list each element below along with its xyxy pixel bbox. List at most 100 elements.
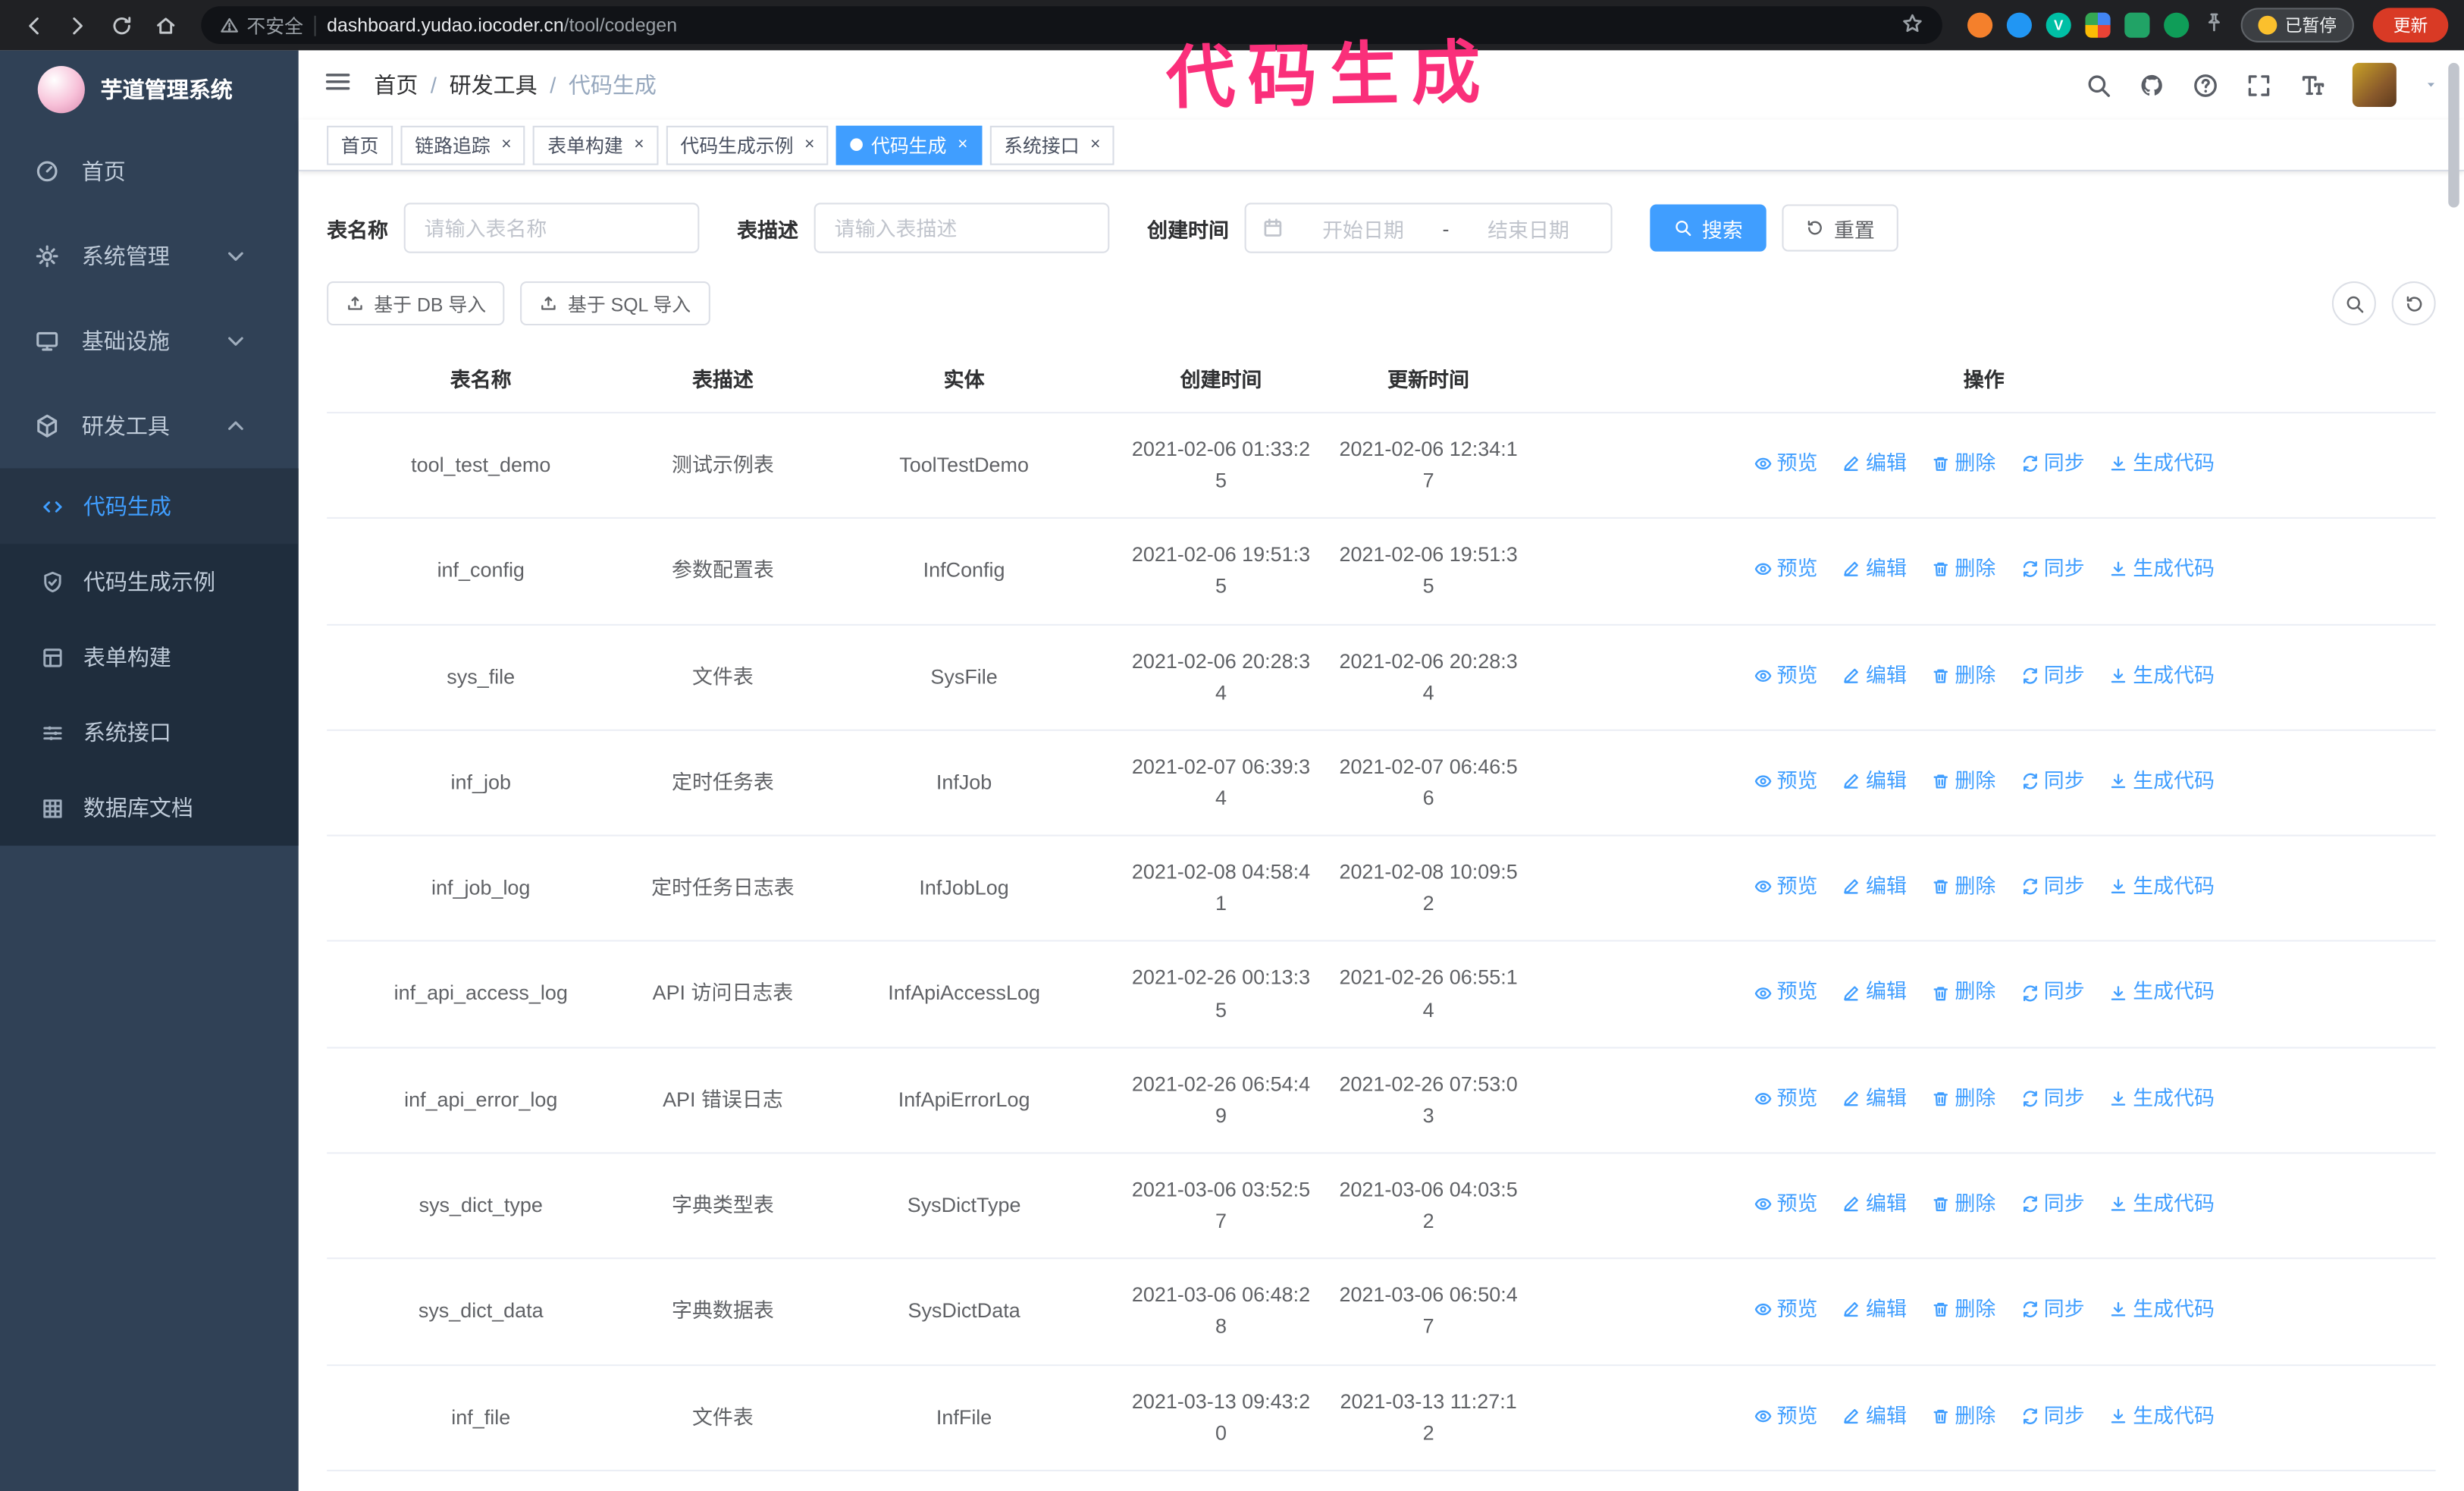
edit-link[interactable]: 编辑 bbox=[1842, 977, 1907, 1009]
delete-link[interactable]: 删除 bbox=[1931, 448, 1995, 480]
delete-link[interactable]: 删除 bbox=[1931, 554, 1995, 585]
import-db-button[interactable]: 基于 DB 导入 bbox=[327, 281, 506, 326]
extension-icon[interactable] bbox=[2006, 12, 2033, 38]
preview-link[interactable]: 预览 bbox=[1754, 1400, 1818, 1432]
sidebar-item-system[interactable]: 系统管理 bbox=[0, 214, 299, 299]
delete-link[interactable]: 删除 bbox=[1931, 1294, 1995, 1326]
preview-link[interactable]: 预览 bbox=[1754, 1083, 1818, 1115]
extension-icon[interactable] bbox=[2124, 12, 2150, 38]
edit-link[interactable]: 编辑 bbox=[1842, 1294, 1907, 1326]
tab-api[interactable]: 系统接口 × bbox=[989, 124, 1115, 165]
close-icon[interactable]: × bbox=[501, 135, 511, 153]
delete-link[interactable]: 删除 bbox=[1931, 765, 1995, 797]
tab-tracing[interactable]: 链路追踪 × bbox=[400, 124, 526, 165]
breadcrumb-home[interactable]: 首页 bbox=[374, 69, 418, 100]
date-range-picker[interactable]: 开始日期 - 结束日期 bbox=[1244, 202, 1613, 253]
generate-code-link[interactable]: 生成代码 bbox=[2109, 660, 2215, 692]
generate-code-link[interactable]: 生成代码 bbox=[2109, 1294, 2215, 1326]
generate-code-link[interactable]: 生成代码 bbox=[2109, 1188, 2215, 1220]
sync-link[interactable]: 同步 bbox=[2020, 765, 2085, 797]
delete-link[interactable]: 删除 bbox=[1931, 1188, 1995, 1220]
generate-code-link[interactable]: 生成代码 bbox=[2109, 448, 2215, 480]
edit-link[interactable]: 编辑 bbox=[1842, 1188, 1907, 1220]
security-warning[interactable]: 不安全 bbox=[220, 12, 303, 39]
fullscreen-icon[interactable] bbox=[2246, 71, 2272, 98]
delete-link[interactable]: 删除 bbox=[1931, 1400, 1995, 1432]
sidebar-item-home[interactable]: 首页 bbox=[0, 129, 299, 214]
preview-link[interactable]: 预览 bbox=[1754, 1188, 1818, 1220]
browser-update-button[interactable]: 更新 bbox=[2372, 8, 2449, 42]
browser-back-button[interactable] bbox=[16, 8, 51, 42]
logo[interactable]: 芋道管理系统 bbox=[0, 50, 299, 129]
sidebar-item-api[interactable]: 系统接口 bbox=[0, 695, 299, 770]
preview-link[interactable]: 预览 bbox=[1754, 977, 1818, 1009]
browser-forward-button[interactable] bbox=[60, 8, 95, 42]
user-avatar[interactable] bbox=[2352, 62, 2397, 107]
generate-code-link[interactable]: 生成代码 bbox=[2109, 765, 2215, 797]
tab-form-builder[interactable]: 表单构建 × bbox=[533, 124, 659, 165]
close-icon[interactable]: × bbox=[804, 135, 814, 153]
sync-link[interactable]: 同步 bbox=[2020, 1400, 2085, 1432]
edit-link[interactable]: 编辑 bbox=[1842, 1083, 1907, 1115]
extension-icon[interactable]: V bbox=[2045, 12, 2071, 38]
preview-link[interactable]: 预览 bbox=[1754, 765, 1818, 797]
edit-link[interactable]: 编辑 bbox=[1842, 660, 1907, 692]
github-icon[interactable] bbox=[2139, 71, 2165, 98]
import-sql-button[interactable]: 基于 SQL 导入 bbox=[520, 281, 710, 326]
close-icon[interactable]: × bbox=[634, 135, 644, 153]
caret-down-icon[interactable] bbox=[2423, 77, 2439, 93]
tab-codegen-example[interactable]: 代码生成示例 × bbox=[666, 124, 829, 165]
tab-codegen[interactable]: 代码生成 × bbox=[836, 124, 983, 165]
sidebar-item-codegen-example[interactable]: 代码生成示例 bbox=[0, 544, 299, 619]
tab-home[interactable]: 首页 bbox=[327, 124, 393, 165]
extension-icon[interactable] bbox=[2085, 12, 2111, 38]
edit-link[interactable]: 编辑 bbox=[1842, 554, 1907, 585]
address-bar[interactable]: 不安全 dashboard.yudao.iocoder.cn/tool/code… bbox=[201, 6, 1942, 45]
sidebar-item-db-doc[interactable]: 数据库文档 bbox=[0, 771, 299, 846]
sync-link[interactable]: 同步 bbox=[2020, 448, 2085, 480]
generate-code-link[interactable]: 生成代码 bbox=[2109, 1083, 2215, 1115]
delete-link[interactable]: 删除 bbox=[1931, 871, 1995, 903]
paused-badge[interactable]: 已暂停 bbox=[2240, 8, 2354, 42]
browser-home-button[interactable] bbox=[148, 8, 183, 42]
extension-icon[interactable] bbox=[2164, 12, 2190, 38]
edit-link[interactable]: 编辑 bbox=[1842, 1400, 1907, 1432]
breadcrumb-devtools[interactable]: 研发工具 bbox=[450, 69, 538, 100]
sync-link[interactable]: 同步 bbox=[2020, 660, 2085, 692]
close-icon[interactable]: × bbox=[1090, 135, 1100, 153]
generate-code-link[interactable]: 生成代码 bbox=[2109, 554, 2215, 585]
sync-link[interactable]: 同步 bbox=[2020, 1083, 2085, 1115]
edit-link[interactable]: 编辑 bbox=[1842, 871, 1907, 903]
delete-link[interactable]: 删除 bbox=[1931, 977, 1995, 1009]
sidebar-item-form-builder[interactable]: 表单构建 bbox=[0, 620, 299, 695]
close-icon[interactable]: × bbox=[958, 135, 967, 153]
question-icon[interactable] bbox=[2192, 71, 2218, 98]
sidebar-toggle[interactable] bbox=[324, 67, 352, 103]
search-button[interactable]: 搜索 bbox=[1650, 204, 1766, 252]
scrollbar[interactable] bbox=[2448, 62, 2459, 208]
bookmark-star-button[interactable] bbox=[1901, 12, 1923, 39]
sync-link[interactable]: 同步 bbox=[2020, 871, 2085, 903]
search-icon[interactable] bbox=[2085, 71, 2111, 98]
generate-code-link[interactable]: 生成代码 bbox=[2109, 977, 2215, 1009]
preview-link[interactable]: 预览 bbox=[1754, 554, 1818, 585]
preview-link[interactable]: 预览 bbox=[1754, 1294, 1818, 1326]
generate-code-link[interactable]: 生成代码 bbox=[2109, 871, 2215, 903]
sidebar-item-codegen[interactable]: 代码生成 bbox=[0, 468, 299, 545]
preview-link[interactable]: 预览 bbox=[1754, 871, 1818, 903]
pin-icon[interactable] bbox=[2203, 10, 2225, 39]
preview-link[interactable]: 预览 bbox=[1754, 660, 1818, 692]
delete-link[interactable]: 删除 bbox=[1931, 1083, 1995, 1115]
refresh-table-button[interactable] bbox=[2391, 281, 2436, 326]
extension-icon[interactable] bbox=[1967, 12, 1993, 38]
table-desc-input[interactable] bbox=[813, 202, 1110, 253]
preview-link[interactable]: 预览 bbox=[1754, 448, 1818, 480]
font-size-icon[interactable] bbox=[2299, 71, 2325, 98]
sync-link[interactable]: 同步 bbox=[2020, 554, 2085, 585]
delete-link[interactable]: 删除 bbox=[1931, 660, 1995, 692]
sidebar-item-devtools[interactable]: 研发工具 bbox=[0, 384, 299, 469]
reset-button[interactable]: 重置 bbox=[1782, 204, 1898, 252]
sync-link[interactable]: 同步 bbox=[2020, 1294, 2085, 1326]
edit-link[interactable]: 编辑 bbox=[1842, 448, 1907, 480]
sync-link[interactable]: 同步 bbox=[2020, 1188, 2085, 1220]
